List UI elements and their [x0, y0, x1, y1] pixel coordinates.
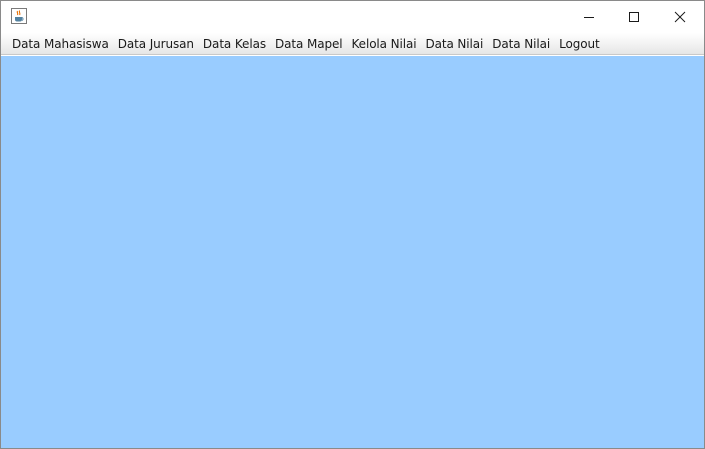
menu-data-mahasiswa[interactable]: Data Mahasiswa: [7, 35, 113, 53]
close-icon: [674, 8, 686, 27]
main-content-panel: [1, 56, 704, 448]
menu-data-kelas[interactable]: Data Kelas: [198, 35, 270, 53]
menu-kelola-nilai[interactable]: Kelola Nilai: [347, 35, 421, 53]
menu-logout[interactable]: Logout: [554, 35, 604, 53]
close-button[interactable]: [657, 1, 703, 33]
maximize-icon: [628, 8, 640, 27]
java-coffee-cup-icon: [11, 8, 27, 24]
menu-bar: Data Mahasiswa Data Jurusan Data Kelas D…: [1, 33, 704, 55]
menu-data-jurusan[interactable]: Data Jurusan: [113, 35, 198, 53]
application-window: Data Mahasiswa Data Jurusan Data Kelas D…: [0, 0, 705, 449]
title-bar[interactable]: [1, 1, 704, 33]
menu-data-mapel[interactable]: Data Mapel: [270, 35, 347, 53]
minimize-button[interactable]: [566, 1, 612, 33]
minimize-icon: [583, 8, 595, 27]
menu-data-nilai-1[interactable]: Data Nilai: [420, 35, 487, 53]
menu-data-nilai-2[interactable]: Data Nilai: [487, 35, 554, 53]
maximize-button[interactable]: [611, 1, 657, 33]
